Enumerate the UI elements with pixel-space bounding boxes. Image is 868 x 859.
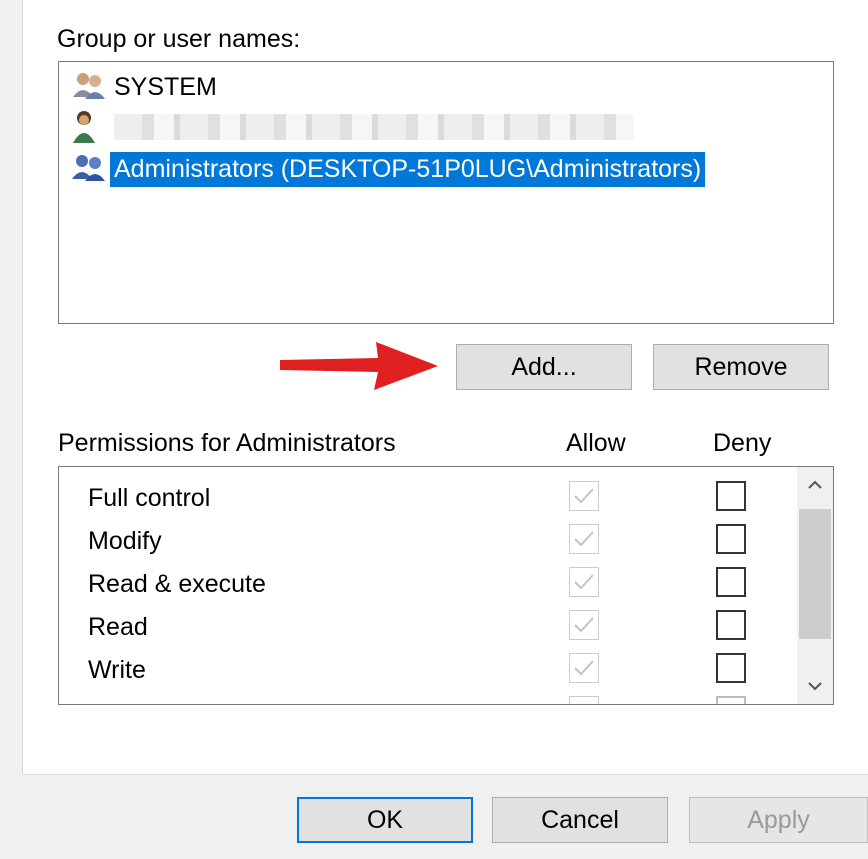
list-item-redacted-user[interactable]: [70, 108, 634, 146]
permission-name: Write: [88, 656, 146, 684]
scrollbar-thumb[interactable]: [799, 509, 831, 639]
checkmark-icon: [574, 617, 594, 633]
deny-column-header: Deny: [713, 429, 772, 457]
ok-button[interactable]: OK: [297, 797, 473, 843]
allow-column-header: Allow: [566, 429, 626, 457]
user-icon: [70, 109, 110, 145]
deny-checkbox[interactable]: [716, 653, 746, 683]
deny-checkbox[interactable]: [716, 696, 746, 704]
checkmark-icon: [574, 488, 594, 504]
remove-button[interactable]: Remove: [653, 344, 829, 390]
permission-row: Read: [59, 606, 795, 646]
deny-checkbox[interactable]: [716, 524, 746, 554]
scroll-down-button[interactable]: [797, 668, 833, 704]
redacted-user-name: [114, 114, 634, 140]
group-users-icon: [70, 151, 110, 187]
checkmark-icon: [574, 574, 594, 590]
deny-checkbox[interactable]: [716, 481, 746, 511]
permissions-list: Full control Modify Read & execute Read …: [58, 466, 834, 705]
permission-name: Read: [88, 613, 148, 641]
allow-checkbox-disabled: [569, 524, 599, 554]
permission-name: Modify: [88, 527, 162, 555]
checkmark-icon: [574, 531, 594, 547]
permissions-label: Permissions for Administrators: [58, 429, 396, 457]
user-name: Administrators (DESKTOP-51P0LUG\Administ…: [110, 151, 706, 187]
permission-name: Full control: [88, 484, 211, 512]
allow-checkbox-disabled: [569, 481, 599, 511]
list-item-administrators[interactable]: Administrators (DESKTOP-51P0LUG\Administ…: [70, 150, 706, 188]
permission-row: Full control: [59, 477, 795, 517]
chevron-down-icon: [808, 682, 822, 691]
checkmark-icon: [574, 660, 594, 676]
permission-row: Modify: [59, 520, 795, 560]
cancel-button[interactable]: Cancel: [492, 797, 668, 843]
add-button[interactable]: Add...: [456, 344, 632, 390]
chevron-up-icon: [808, 480, 822, 489]
deny-checkbox[interactable]: [716, 610, 746, 640]
allow-checkbox-disabled: [569, 610, 599, 640]
allow-checkbox-disabled: [569, 567, 599, 597]
allow-checkbox-disabled: [569, 653, 599, 683]
allow-checkbox-disabled: [569, 696, 599, 704]
list-item-system[interactable]: SYSTEM: [70, 68, 217, 106]
vertical-scrollbar[interactable]: [797, 467, 833, 704]
red-arrow-annotation: [280, 342, 438, 390]
deny-checkbox[interactable]: [716, 567, 746, 597]
permission-row-partial: [59, 692, 795, 704]
apply-button[interactable]: Apply: [689, 797, 868, 843]
scroll-up-button[interactable]: [797, 467, 833, 503]
group-users-icon: [70, 69, 110, 105]
permission-name: Read & execute: [88, 570, 266, 598]
group-or-user-names-label: Group or user names:: [57, 25, 301, 53]
users-listbox[interactable]: SYSTEM Administrators (DESKTOP-51P0LUG\A…: [58, 61, 834, 324]
permission-row: Read & execute: [59, 563, 795, 603]
user-name: SYSTEM: [114, 72, 217, 101]
permission-row: Write: [59, 649, 795, 689]
